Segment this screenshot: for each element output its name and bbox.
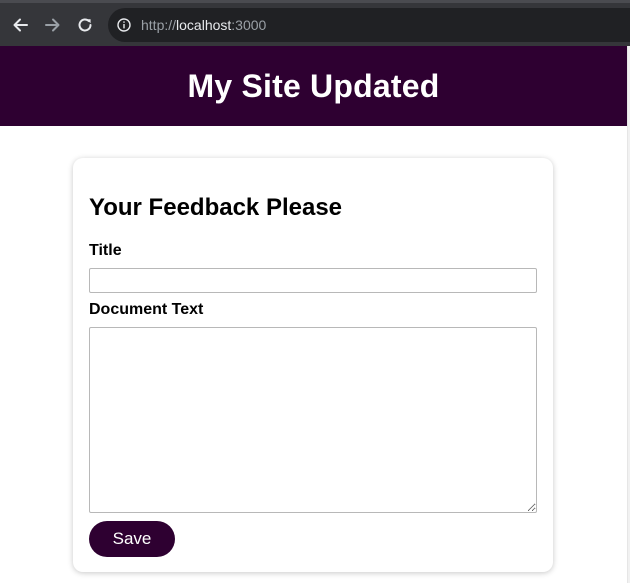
arrow-right-icon [45,18,60,32]
reload-button[interactable] [72,12,98,38]
document-text-textarea[interactable] [89,327,537,513]
url-port: :3000 [231,17,267,33]
arrow-left-icon [13,18,28,32]
info-icon[interactable] [117,18,131,32]
document-text-label: Document Text [89,301,204,318]
url-scheme: http:// [141,17,177,33]
url-host: localhost [176,17,232,33]
back-button[interactable] [7,12,33,38]
address-bar[interactable]: http://localhost:3000 [108,8,630,42]
site-title: My Site Updated [187,67,440,104]
form-heading: Your Feedback Please [89,194,343,221]
site-header: My Site Updated [0,46,627,126]
save-button[interactable]: Save [89,521,175,557]
feedback-card: Your Feedback Please Title Document Text… [73,158,553,572]
title-input[interactable] [89,268,537,293]
url-text[interactable]: http://localhost:3000 [141,17,266,33]
title-label: Title [89,242,122,259]
page-viewport: My Site Updated Your Feedback Please Tit… [0,46,630,583]
browser-toolbar: http://localhost:3000 [0,0,630,46]
reload-icon [78,18,92,32]
forward-button[interactable] [40,12,66,38]
